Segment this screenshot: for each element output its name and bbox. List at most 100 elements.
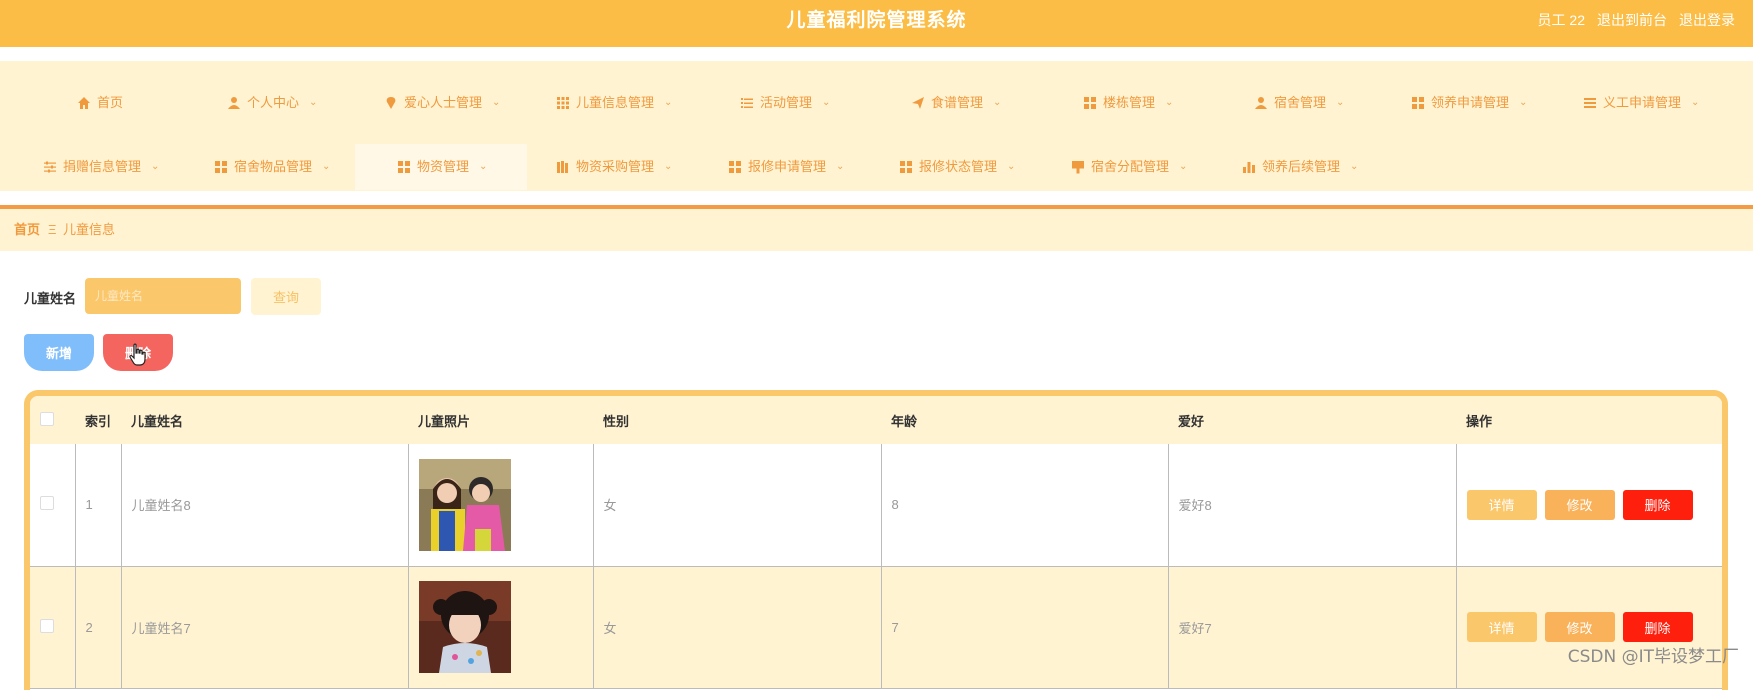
- row-actions: 详情 修改 删除: [1466, 489, 1723, 520]
- apps-icon: [900, 161, 912, 173]
- child-photo[interactable]: [418, 458, 511, 551]
- nav-label: 报修状态管理: [919, 159, 998, 174]
- row-select-cell: [30, 566, 76, 689]
- chevron-down-icon: ⌄: [1179, 161, 1188, 172]
- nav-item-child-info[interactable]: 儿童信息管理 ⌄: [556, 80, 672, 126]
- age-cell: 8: [881, 444, 1169, 567]
- nav-row-2: 捐赠信息管理 ⌄ 宿舍物品管理 ⌄ 物资管理 ⌄ 物资采购管理 ⌄ 报修申请管理…: [0, 144, 1753, 190]
- nav-item-dorm-items[interactable]: 宿舍物品管理 ⌄: [214, 144, 330, 190]
- nav-label: 首页: [97, 95, 124, 110]
- column-header: 儿童姓名: [131, 413, 184, 429]
- data-table-container: 索引 儿童姓名 儿童照片 性别 年龄 爱好 操作 1 儿童姓名8 女 8 爱好8…: [24, 390, 1728, 690]
- chevron-down-icon: ⌄: [1519, 97, 1528, 108]
- nav-label: 宿舍物品管理: [234, 159, 313, 174]
- detail-button[interactable]: 详情: [1466, 612, 1537, 642]
- nav-item-building[interactable]: 楼栋管理 ⌄: [1083, 80, 1173, 126]
- logout-link[interactable]: 退出登录: [1679, 0, 1735, 47]
- child-photo[interactable]: [418, 581, 511, 673]
- list-icon: [741, 98, 753, 108]
- chevron-down-icon: ⌄: [664, 161, 673, 172]
- nav-item-materials[interactable]: 物资管理 ⌄: [355, 144, 527, 190]
- hand-cursor-icon: [129, 343, 146, 366]
- nav-item-recipe[interactable]: 食谱管理 ⌄: [911, 80, 1001, 126]
- nav-item-activity[interactable]: 活动管理 ⌄: [740, 80, 830, 126]
- nav-label: 物资管理: [417, 159, 470, 174]
- nav-item-adoption-followup[interactable]: 领养后续管理 ⌄: [1242, 144, 1358, 190]
- breadcrumb-home[interactable]: 首页: [14, 209, 40, 251]
- current-user: 员工 22: [1537, 12, 1585, 28]
- search-input[interactable]: [85, 278, 241, 314]
- breadcrumb: 首页 Ξ 儿童信息: [0, 209, 1753, 251]
- nav-item-home[interactable]: 首页: [77, 80, 123, 126]
- bar-chart-icon: [1243, 162, 1255, 173]
- breadcrumb-separator: Ξ: [48, 222, 57, 237]
- remove-button[interactable]: 删除: [1622, 612, 1693, 642]
- select-all-checkbox[interactable]: [40, 411, 54, 426]
- chevron-down-icon: ⌄: [1691, 97, 1700, 108]
- location-pin-icon: [386, 97, 396, 109]
- nav-item-repair-status[interactable]: 报修状态管理 ⌄: [899, 144, 1015, 190]
- nav-item-procurement[interactable]: 物资采购管理 ⌄: [556, 144, 672, 190]
- chevron-down-icon: ⌄: [1165, 97, 1174, 108]
- main-nav: 首页 个人中心 ⌄ 爱心人士管理 ⌄ 儿童信息管理 ⌄ 活动管理 ⌄ 食谱管理 …: [0, 61, 1753, 191]
- actions-cell: 详情 修改 删除: [1456, 566, 1723, 689]
- photo-cell: [408, 444, 594, 567]
- nav-label: 儿童信息管理: [576, 95, 655, 110]
- breadcrumb-current: 儿童信息: [63, 222, 116, 237]
- apps-icon: [1412, 97, 1424, 109]
- gender-cell: 女: [593, 566, 882, 689]
- chevron-down-icon: ⌄: [151, 161, 160, 172]
- row-checkbox[interactable]: [40, 618, 54, 633]
- menu-icon: [1584, 98, 1596, 108]
- nav-item-adoption-apply[interactable]: 领养申请管理 ⌄: [1411, 80, 1527, 126]
- child-info-table: 索引 儿童姓名 儿童照片 性别 年龄 爱好 操作 1 儿童姓名8 女 8 爱好8…: [30, 396, 1722, 689]
- query-button[interactable]: 查询: [251, 278, 321, 315]
- chevron-down-icon: ⌄: [322, 161, 331, 172]
- column-header: 年龄: [891, 413, 918, 429]
- chevron-down-icon: ⌄: [1007, 161, 1016, 172]
- chevron-down-icon: ⌄: [1336, 97, 1345, 108]
- nav-item-caring-people[interactable]: 爱心人士管理 ⌄: [384, 80, 500, 126]
- edit-button[interactable]: 修改: [1544, 612, 1615, 642]
- add-button[interactable]: 新增: [24, 334, 94, 371]
- nav-item-volunteer-apply[interactable]: 义工申请管理 ⌄: [1583, 80, 1699, 126]
- book-icon: [557, 161, 568, 173]
- age-cell: 7: [881, 566, 1169, 689]
- user-icon: [1255, 97, 1267, 109]
- watermark: CSDN @IT毕设梦工厂: [1567, 647, 1739, 667]
- edit-button[interactable]: 修改: [1544, 489, 1615, 520]
- chevron-down-icon: ⌄: [492, 97, 501, 108]
- apps-icon: [729, 161, 741, 173]
- nav-item-repair-apply[interactable]: 报修申请管理 ⌄: [728, 144, 844, 190]
- grid-icon: [557, 97, 569, 109]
- remove-button[interactable]: 删除: [1622, 489, 1693, 520]
- nav-label: 食谱管理: [931, 95, 984, 110]
- nav-item-dorm-allocation[interactable]: 宿舍分配管理 ⌄: [1071, 144, 1187, 190]
- column-header: 操作: [1466, 413, 1493, 429]
- nav-label: 领养后续管理: [1262, 159, 1341, 174]
- sliders-icon: [44, 161, 56, 173]
- nav-label: 个人中心: [247, 95, 300, 110]
- nav-label: 宿舍分配管理: [1091, 159, 1170, 174]
- exit-to-front-link[interactable]: 退出到前台: [1597, 0, 1667, 47]
- table-header-row: 索引 儿童姓名 儿童照片 性别 年龄 爱好 操作: [30, 396, 1722, 444]
- top-header: 儿童福利院管理系统 员工 22 退出到前台 退出登录: [0, 0, 1753, 47]
- row-actions: 详情 修改 删除: [1466, 612, 1723, 642]
- nav-label: 活动管理: [760, 95, 813, 110]
- search-label: 儿童姓名: [24, 291, 77, 306]
- chevron-down-icon: ⌄: [836, 161, 845, 172]
- nav-label: 报修申请管理: [748, 159, 827, 174]
- nav-item-donation[interactable]: 捐赠信息管理 ⌄: [43, 144, 159, 190]
- table-row: 1 儿童姓名8 女 8 爱好8 详情 修改 删除: [30, 444, 1723, 567]
- nav-label: 义工申请管理: [1603, 95, 1682, 110]
- chevron-down-icon: ⌄: [1350, 161, 1359, 172]
- apps-icon: [398, 161, 410, 173]
- nav-item-dormitory[interactable]: 宿舍管理 ⌄: [1254, 80, 1344, 126]
- nav-item-personal-center[interactable]: 个人中心 ⌄: [227, 80, 317, 126]
- index-cell: 2: [75, 566, 122, 689]
- detail-button[interactable]: 详情: [1466, 489, 1537, 520]
- user-icon: [228, 97, 240, 109]
- row-checkbox[interactable]: [40, 496, 54, 511]
- select-all-cell: [30, 396, 75, 444]
- chevron-down-icon: ⌄: [993, 97, 1002, 108]
